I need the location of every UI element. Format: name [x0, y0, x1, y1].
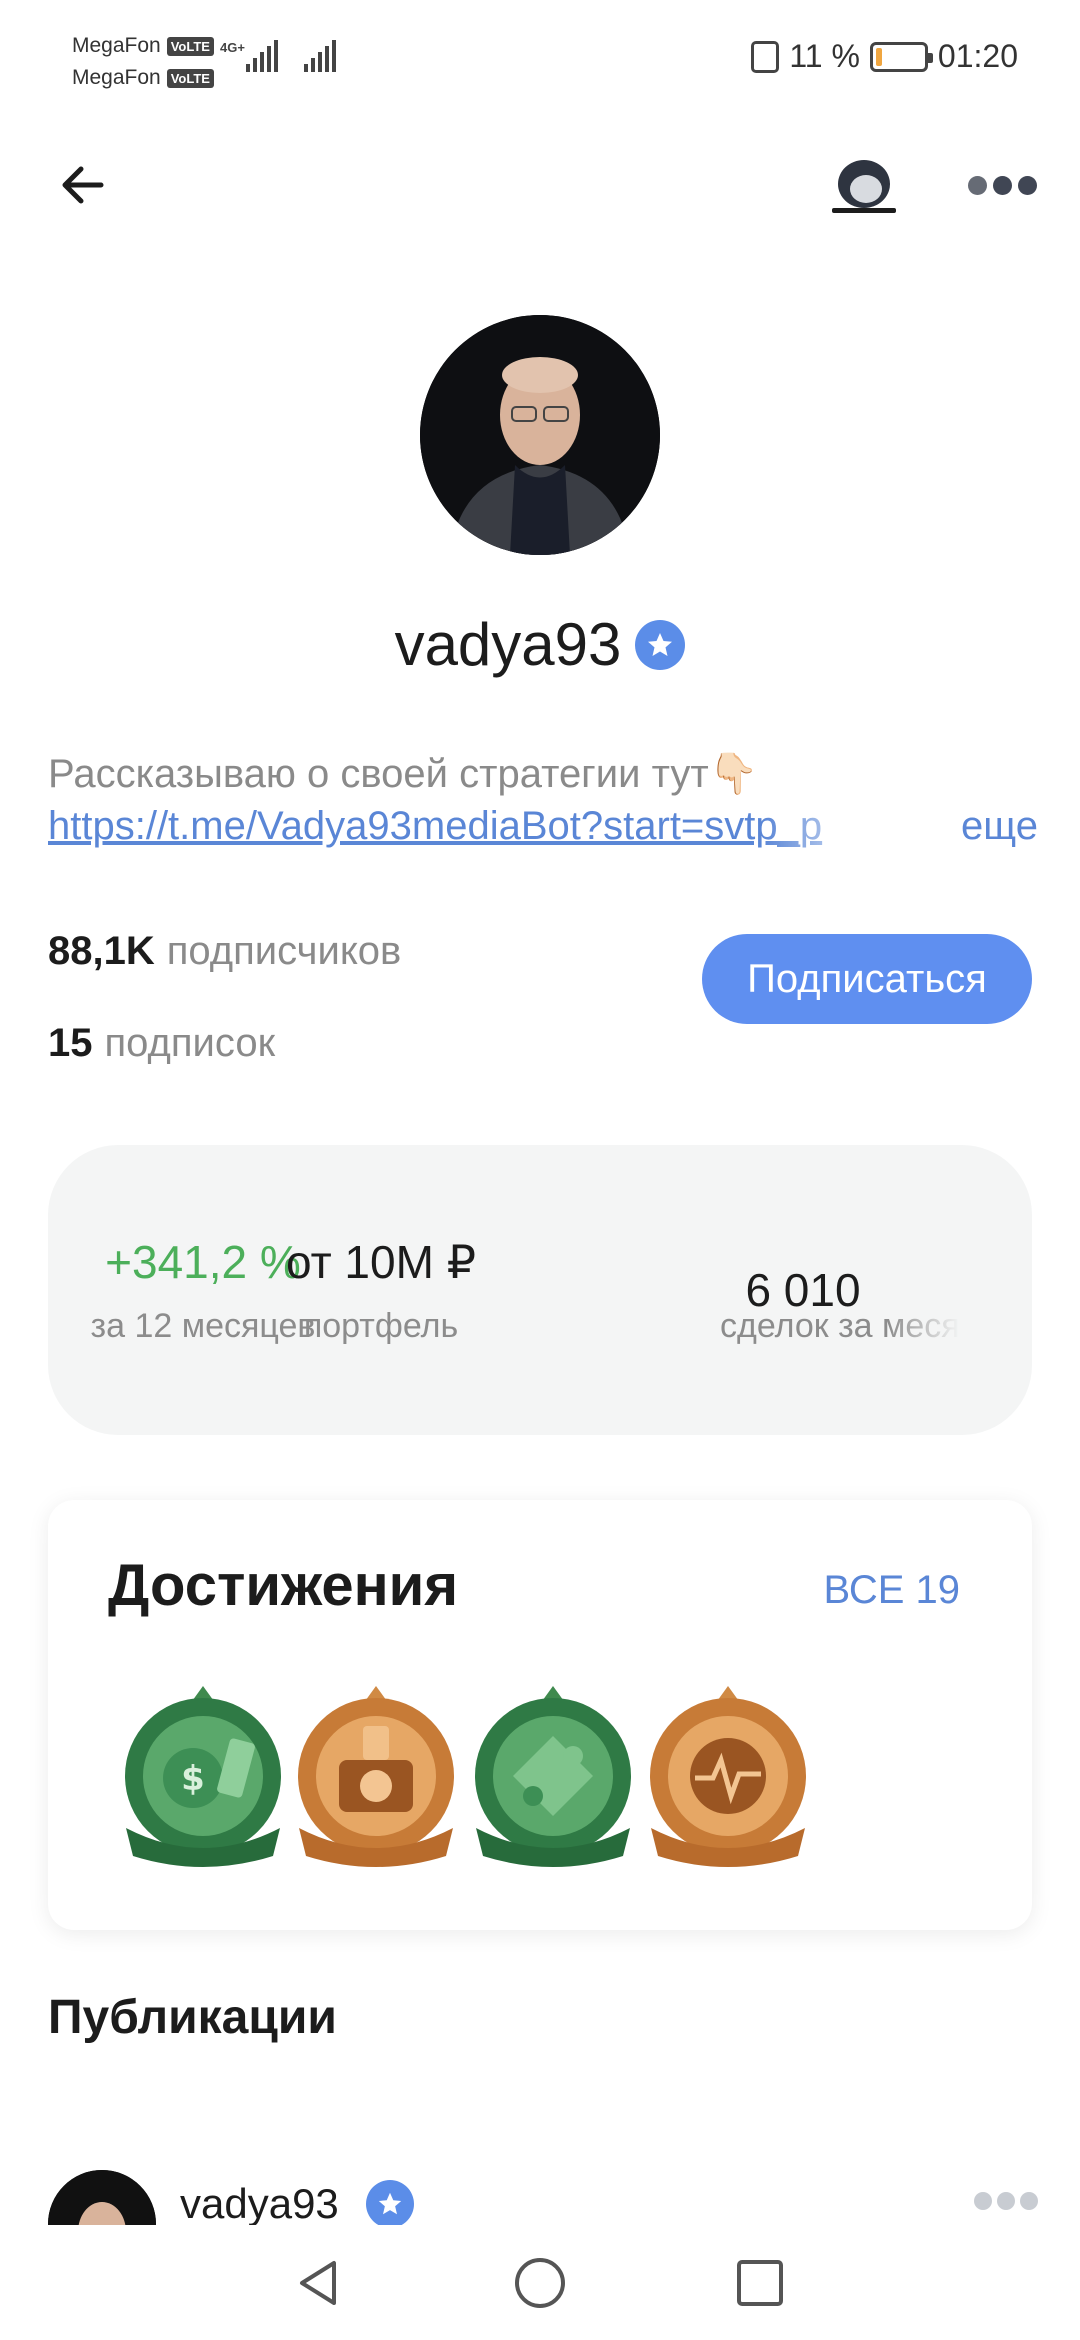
camera-badge-icon[interactable] [281, 1678, 471, 1868]
nav-back-button[interactable] [290, 2253, 350, 2313]
battery-icon [869, 41, 933, 72]
carrier-name: MegaFon [72, 34, 161, 57]
carriers: MegaFon VoLTE MegaFon VoLTE [72, 30, 214, 94]
followers-number: 88,1K [48, 928, 155, 973]
avatar-image [420, 315, 660, 555]
counts: 88,1K подписчиков 15 подписок [48, 905, 401, 1089]
battery-fill [875, 47, 882, 66]
svg-text:$: $ [181, 1759, 205, 1799]
circle-home-icon [515, 2257, 565, 2308]
stat-label: портфель [303, 1306, 459, 1345]
battery-percent: 11 % [789, 38, 860, 74]
status-bar: MegaFon VoLTE MegaFon VoLTE 4G+ 11 % 01:… [0, 0, 1080, 110]
post-more-icon[interactable] [974, 2192, 1038, 2210]
bio-more-button[interactable]: еще [961, 800, 1038, 852]
achievements-card: Достижения ВСЕ 19 $ [48, 1500, 1032, 1930]
puzzle-badge-icon[interactable] [458, 1678, 648, 1868]
nav-home-button[interactable] [510, 2253, 570, 2313]
stat-value: +341,2 % [105, 1235, 301, 1288]
publications-title: Публикации [48, 1991, 337, 2044]
subscribe-button[interactable]: Подписаться [702, 934, 1032, 1024]
volte-badge: VoLTE [166, 68, 214, 88]
avatar [420, 315, 660, 555]
stats-card[interactable]: +341,2 % за 12 месяцев от 10M ₽ портфель… [48, 1145, 1032, 1435]
carrier-name: MegaFon [72, 66, 161, 89]
arrow-left-icon [62, 166, 104, 204]
following-number: 15 [48, 1020, 93, 1065]
square-recents-icon [737, 2259, 783, 2306]
status-right: 11 % 01:20 [751, 38, 1018, 75]
stat-trades-label: 0 сделок за меся [720, 1145, 980, 1435]
system-nav-bar [0, 2225, 1080, 2340]
stat-portfolio: от 10M ₽ портфель [281, 1145, 481, 1435]
stat-value: от 10M ₽ [286, 1235, 476, 1288]
achievements-all-button[interactable]: ВСЕ 19 [823, 1568, 960, 1613]
verified-star-icon [635, 619, 686, 670]
nav-recents-button[interactable] [730, 2253, 790, 2313]
signal-icon: 4G+ [220, 40, 278, 72]
following-label: подписок [104, 1020, 276, 1065]
achievements-title: Достижения [108, 1553, 459, 1618]
volte-badge: VoLTE [166, 36, 214, 56]
bio-link[interactable]: https://t.me/Vadya93mediaBot?start=svtp_… [48, 800, 898, 852]
profile-avatar-small[interactable] [830, 156, 898, 216]
top-bar [0, 140, 1080, 230]
followers-label: подписчиков [166, 928, 402, 973]
clock: 01:20 [937, 38, 1018, 74]
pulse-badge-icon[interactable] [633, 1678, 823, 1868]
following-count[interactable]: 15 подписок [48, 997, 401, 1089]
back-button[interactable] [50, 152, 116, 218]
followers-count[interactable]: 88,1K подписчиков [48, 905, 401, 997]
signal-icon-2 [304, 40, 336, 72]
verified-star-icon [366, 2180, 414, 2228]
money-badge-icon[interactable]: $ [108, 1678, 298, 1868]
nfc-icon [751, 40, 780, 73]
triangle-back-icon [300, 2260, 336, 2305]
more-dots-icon[interactable] [968, 168, 1038, 202]
post-author-name: vadya93 [180, 2180, 339, 2227]
bio: Рассказываю о своей стратегии тут👇🏻 http… [48, 748, 1038, 852]
stat-label: сделок за меся [720, 1306, 960, 1345]
username: vadya93 [394, 611, 622, 678]
bio-text: Рассказываю о своей стратегии тут👇🏻 [48, 752, 759, 796]
network-type: 4G+ [220, 40, 245, 55]
username-row: vadya93 [0, 610, 1080, 679]
